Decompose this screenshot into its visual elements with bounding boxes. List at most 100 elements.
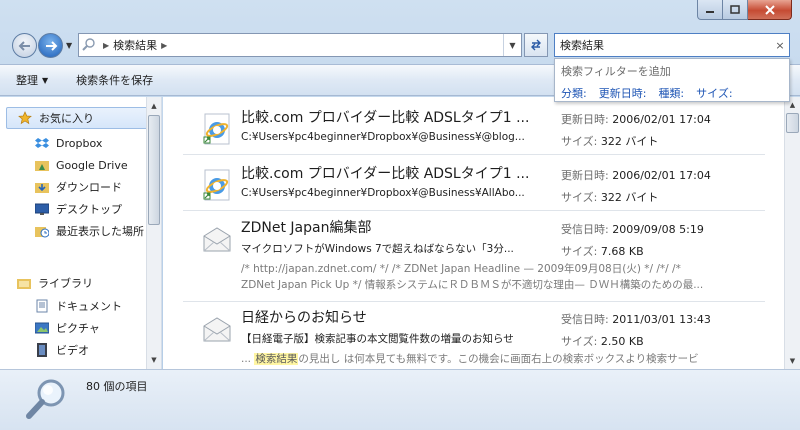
meta-label: 受信日時: [561,313,609,326]
breadcrumb-search-results[interactable]: 検索結果 [113,37,157,53]
filter-type[interactable]: 種類: [658,85,684,101]
breadcrumb-separator[interactable]: ▶ [157,41,171,50]
scroll-down-icon[interactable]: ▼ [147,353,161,367]
nav-favorites-label: お気に入り [39,112,94,125]
result-path: C:¥Users¥pc4beginner¥Dropbox¥@Business¥@… [241,131,525,143]
result-subject: マイクロソフトがWindows 7で超えねばならない「3分... [241,243,514,255]
meta-value: 2006/02/01 17:04 [612,169,711,182]
result-received: 受信日時: 2009/09/08 5:19 [561,221,704,237]
breadcrumb-separator[interactable]: ▶ [99,41,113,50]
nav-pane-scrollbar[interactable]: ▲ ▼ [146,97,161,369]
search-results-list: 比較.com プロバイダー比較 ADSLタイプ1 ... C:¥Users¥pc… [163,97,800,369]
nav-item-google-drive[interactable]: Google Drive [34,154,128,176]
chevron-down-icon: ▼ [42,75,49,85]
result-size: サイズ: 322 バイト [561,189,658,205]
filter-category[interactable]: 分類: [561,85,587,101]
nav-item-label: ピクチャ [56,322,100,335]
nav-item-label: ビデオ [56,344,89,357]
save-search-button[interactable]: 検索条件を保存 [76,72,153,88]
nav-item-label: 最近表示した場所 [56,225,144,238]
maximize-button[interactable] [723,0,748,20]
organize-button[interactable]: 整理 ▼ [16,72,48,88]
search-filter-popup: 検索フィルターを追加 分類: 更新日時: 種類: サイズ: [554,58,790,102]
google-drive-folder-icon [34,158,50,172]
close-icon [764,4,775,15]
nav-favorites[interactable]: お気に入り [6,107,152,129]
minimize-button[interactable] [697,0,723,20]
pictures-library-icon [34,321,50,335]
result-snippet: ... 検索結果の見出し は何本見ても無料です。この機会に画面右上の検索ボックス… [241,351,699,366]
meta-value: 2009/09/08 5:19 [612,223,704,236]
nav-libraries[interactable]: ライブラリ [16,272,93,294]
nav-item-pictures[interactable]: ピクチャ [34,317,100,339]
nav-item-downloads[interactable]: ダウンロード [34,176,122,198]
result-divider [183,210,765,211]
result-title: 比較.com プロバイダー比較 ADSLタイプ1 ... [241,166,530,182]
mail-icon [203,317,231,342]
result-item[interactable]: 日経からのお知らせ 【日経電子版】検索記事の本文閲覧件数の増量のお知らせ ...… [183,303,763,369]
meta-value: 322 バイト [600,135,659,148]
meta-value: 2011/03/01 13:43 [612,313,711,326]
nav-item-videos[interactable]: ビデオ [34,339,89,361]
result-subject: 【日経電子版】検索記事の本文閲覧件数の増量のお知らせ [241,333,514,345]
ie-shortcut-icon [203,113,230,145]
meta-value: 2.50 KB [600,335,644,348]
result-size: サイズ: 322 バイト [561,133,658,149]
meta-label: サイズ: [561,135,598,148]
nav-item-documents[interactable]: ドキュメント [34,295,122,317]
recent-pages-dropdown[interactable]: ▼ [66,41,72,50]
result-item[interactable]: 比較.com プロバイダー比較 ADSLタイプ1 ... C:¥Users¥pc… [183,159,763,211]
save-search-label: 検索条件を保存 [76,74,154,87]
meta-label: サイズ: [561,335,598,348]
result-path: C:¥Users¥pc4beginner¥Dropbox¥@Business¥A… [241,187,525,199]
result-snippet: ZDNet Japan Pick Up */ 情報系システムにＲＤＢＭＳが不適切… [241,279,704,291]
nav-item-dropbox[interactable]: Dropbox [34,132,102,154]
back-button[interactable] [12,33,37,58]
nav-item-recent-places[interactable]: 最近表示した場所 [34,220,144,242]
desktop-icon [34,202,50,216]
meta-value: 2006/02/01 17:04 [612,113,711,126]
nav-item-label: Google Drive [56,158,128,172]
results-scroll-thumb[interactable] [786,113,799,133]
arrow-left-icon [18,40,30,51]
clear-search-icon[interactable]: × [771,39,789,52]
result-item[interactable]: ZDNet Japan編集部 マイクロソフトがWindows 7で超えねばならな… [183,213,763,297]
result-item[interactable]: 比較.com プロバイダー比較 ADSLタイプ1 ... C:¥Users¥pc… [183,103,763,155]
filter-size[interactable]: サイズ: [696,85,732,101]
result-divider [183,301,765,302]
star-icon [17,111,33,125]
search-input[interactable]: 検索結果 [560,37,604,53]
meta-label: 受信日時: [561,223,609,236]
snippet-prefix: ... [241,353,255,365]
result-modified: 更新日時: 2006/02/01 17:04 [561,167,711,183]
refresh-button[interactable] [524,33,548,57]
meta-label: 更新日時: [561,169,609,182]
scroll-down-icon[interactable]: ▼ [785,354,800,368]
address-bar[interactable]: ▶ 検索結果 ▶ ▼ [78,33,522,57]
nav-libraries-label: ライブラリ [38,277,93,290]
navigation-pane: お気に入り Dropbox Google Drive ダウンロード デスクトップ [0,97,162,369]
filter-modified-date[interactable]: 更新日時: [599,85,647,101]
scroll-up-icon[interactable]: ▲ [147,99,161,113]
forward-button[interactable] [38,33,63,58]
item-count: 80 個の項目 [86,380,148,393]
refresh-icon [531,39,541,51]
search-box[interactable]: 検索結果 × [554,33,790,57]
meta-value: 7.68 KB [600,245,644,258]
explorer-window: ▼ ▶ 検索結果 ▶ ▼ 検索結果 × 検索フィルターを追加 分類: 更新日時:… [0,0,800,430]
result-received: 受信日時: 2011/03/01 13:43 [561,311,711,327]
nav-item-desktop[interactable]: デスクトップ [34,198,122,220]
search-folder-icon [79,37,99,54]
nav-pane-scroll-thumb[interactable] [148,115,160,225]
meta-label: サイズ: [561,191,598,204]
meta-value: 322 バイト [600,191,659,204]
meta-label: サイズ: [561,245,598,258]
result-title: 日経からのお知らせ [241,310,367,326]
result-size: サイズ: 7.68 KB [561,243,644,259]
search-filter-list: 分類: 更新日時: 種類: サイズ: [561,85,783,101]
maximize-icon [730,5,740,14]
address-dropdown[interactable]: ▼ [503,34,521,56]
nav-item-label: デスクトップ [56,203,122,216]
close-button[interactable] [748,0,792,20]
results-scrollbar[interactable]: ▲ ▼ [784,97,800,369]
